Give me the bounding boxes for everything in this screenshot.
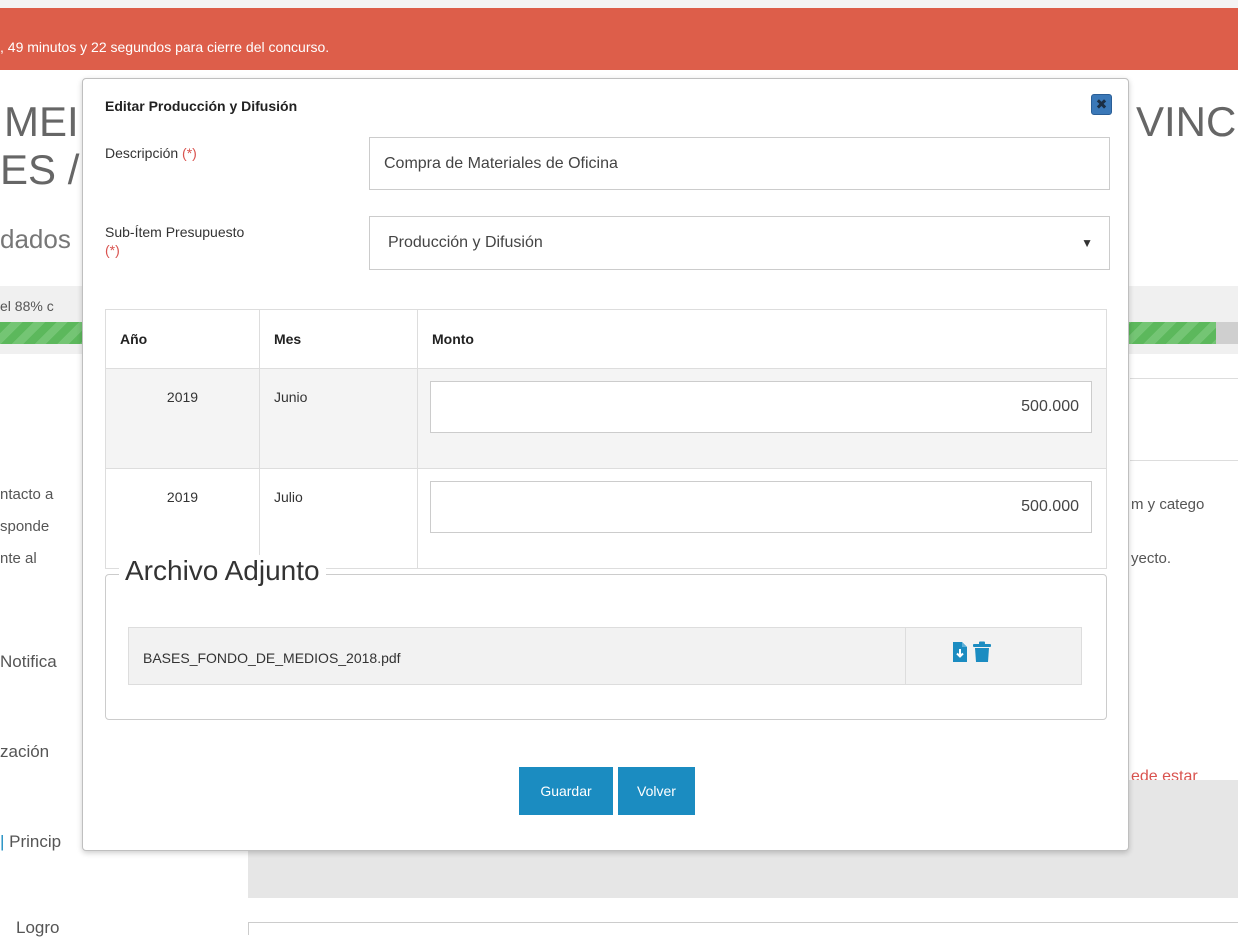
subitem-select[interactable]: Producción y Difusión ▼: [369, 216, 1110, 270]
cell-mes: Junio: [258, 368, 419, 469]
page-title-fragment-1: MEI: [4, 98, 79, 145]
bg-input: [248, 922, 1238, 935]
monto-table: Año Mes Monto 2019 Junio 2019 Julio: [105, 309, 1107, 569]
attachment-actions: [905, 628, 1082, 684]
divider: [1130, 378, 1238, 379]
page-title-fragment-2: ES /: [0, 146, 80, 193]
required-mark: (*): [182, 145, 197, 161]
monto-input[interactable]: [430, 481, 1092, 533]
save-button[interactable]: Guardar: [519, 767, 613, 815]
dropdown-arrow-icon: ▼: [1081, 236, 1093, 250]
bg-text-categoria: m y catego: [1131, 496, 1205, 513]
trash-icon[interactable]: [972, 641, 992, 663]
column-header-ano: Año: [105, 309, 260, 369]
top-strip: [0, 0, 1238, 8]
cell-ano: 2019: [105, 368, 260, 469]
bg-text-ubicacion: zación: [0, 742, 50, 761]
cell-monto: [417, 368, 1107, 469]
bg-text-proyecto: yecto.: [1131, 550, 1172, 567]
subitem-selected-value: Producción y Difusión: [388, 234, 543, 251]
close-button[interactable]: ✖: [1091, 94, 1112, 115]
table-row: 2019 Julio: [105, 468, 1107, 569]
cell-monto: [417, 468, 1107, 569]
bg-text-contact: ntacto a: [0, 486, 54, 503]
divider: [1130, 460, 1238, 461]
column-header-mes: Mes: [258, 309, 419, 369]
bg-text-responde: sponde: [0, 518, 50, 535]
subitem-label: Sub-Ítem Presupuesto (*): [105, 224, 245, 258]
descripcion-label: Descripción (*): [105, 145, 197, 161]
descripcion-input[interactable]: [369, 137, 1110, 190]
bg-text-notificacion: Notifica: [0, 652, 57, 671]
save-button-label: Guardar: [540, 783, 592, 799]
close-icon: ✖: [1095, 96, 1108, 112]
back-button[interactable]: Volver: [618, 767, 695, 815]
deadline-text: , 49 minutos y 22 segundos para cierre d…: [0, 39, 330, 55]
back-button-label: Volver: [637, 783, 676, 799]
download-file-icon[interactable]: [952, 641, 968, 663]
attachment-file-name: BASES_FONDO_DE_MEDIOS_2018.pdf: [143, 650, 401, 666]
cell-mes: Julio: [258, 468, 419, 569]
deadline-banner: , 49 minutos y 22 segundos para cierre d…: [0, 8, 1238, 70]
modal-title: Editar Producción y Difusión: [105, 98, 298, 114]
column-header-monto: Monto: [417, 309, 1107, 369]
progress-remaining: [1216, 322, 1238, 344]
cell-ano: 2019: [105, 468, 260, 569]
bg-text-al: nte al: [0, 550, 37, 567]
page-title-fragment-3: VINCI: [1136, 98, 1238, 145]
table-header-row: Año Mes Monto: [105, 309, 1107, 369]
required-mark: (*): [105, 242, 120, 258]
attachment-row: BASES_FONDO_DE_MEDIOS_2018.pdf: [128, 627, 1082, 685]
bg-text-principal: | Princip: [0, 832, 62, 851]
attachment-legend: Archivo Adjunto: [119, 555, 326, 587]
progress-label: el 88% c: [0, 298, 54, 314]
bg-text-logro: Logro: [16, 918, 60, 937]
table-row: 2019 Junio: [105, 368, 1107, 469]
page-subtitle-fragment: dados: [0, 224, 71, 254]
edit-modal: Editar Producción y Difusión ✖ Descripci…: [82, 78, 1129, 851]
monto-input[interactable]: [430, 381, 1092, 433]
